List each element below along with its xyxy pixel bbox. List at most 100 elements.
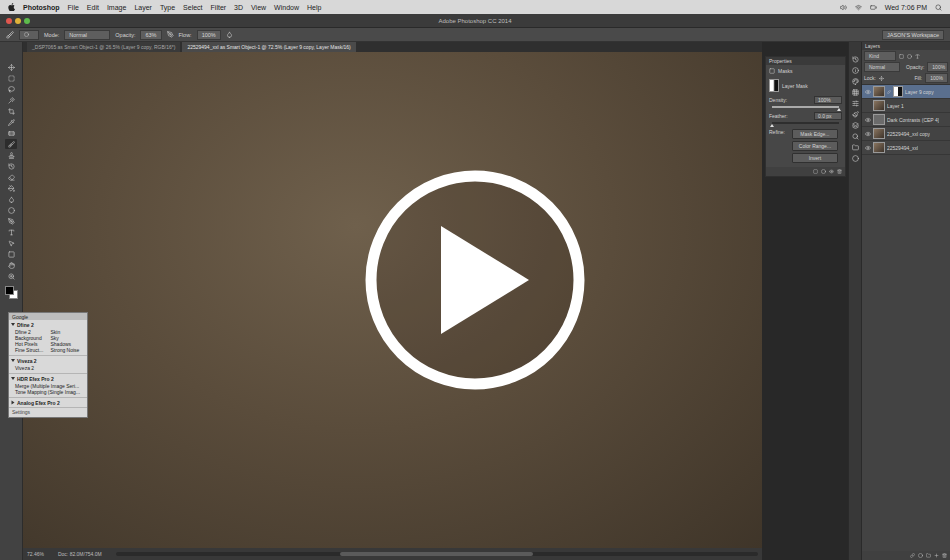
color-swatches[interactable] bbox=[5, 286, 17, 298]
tool-button[interactable] bbox=[5, 73, 17, 83]
fill-field[interactable]: 100% bbox=[925, 73, 948, 83]
dock-icon[interactable] bbox=[852, 78, 859, 85]
density-slider[interactable] bbox=[772, 106, 839, 108]
workspace-select[interactable]: JASON'S Workspace bbox=[882, 30, 944, 40]
link-layers-icon[interactable] bbox=[910, 553, 915, 558]
refine-button[interactable]: Color Range... bbox=[792, 141, 838, 151]
brush-icon[interactable] bbox=[6, 31, 14, 39]
slider-thumb[interactable] bbox=[837, 108, 841, 111]
search-icon[interactable] bbox=[935, 4, 942, 11]
filter-pixel-icon[interactable] bbox=[899, 54, 904, 59]
nik-group-header[interactable]: Viveza 2 bbox=[9, 356, 87, 365]
mask-thumbnail[interactable] bbox=[893, 86, 903, 97]
brush-size-field[interactable] bbox=[19, 30, 39, 40]
delete-icon[interactable] bbox=[837, 169, 842, 174]
filter-adjust-icon[interactable] bbox=[907, 54, 912, 59]
layer-row[interactable]: 22529494_xxl bbox=[862, 141, 950, 155]
tool-button[interactable] bbox=[5, 84, 17, 94]
nik-group-header[interactable]: Analog Efex Pro 2 bbox=[9, 398, 87, 407]
delete-layer-icon[interactable] bbox=[942, 553, 947, 558]
tool-button[interactable] bbox=[5, 238, 17, 248]
dock-icon[interactable] bbox=[852, 89, 859, 96]
tool-button[interactable] bbox=[5, 271, 17, 281]
dock-icon[interactable] bbox=[852, 122, 859, 129]
nik-preset[interactable]: Viveza 2 bbox=[15, 365, 84, 371]
scroll-thumb[interactable] bbox=[340, 552, 533, 556]
menu-item[interactable]: Image bbox=[107, 4, 126, 11]
lock-icon[interactable] bbox=[879, 76, 884, 81]
visibility-toggle[interactable] bbox=[864, 102, 871, 109]
visibility-toggle[interactable] bbox=[864, 130, 871, 137]
battery-icon[interactable] bbox=[870, 4, 877, 11]
tool-button[interactable] bbox=[5, 172, 17, 182]
visibility-toggle[interactable] bbox=[864, 88, 871, 95]
flow-field[interactable]: 100% bbox=[197, 30, 221, 40]
opacity-field[interactable]: 63% bbox=[140, 30, 161, 40]
nik-preset[interactable]: Shadows bbox=[51, 341, 85, 347]
blend-mode-select[interactable]: Normal bbox=[864, 62, 900, 72]
feather-slider[interactable] bbox=[772, 122, 839, 124]
menu-item[interactable]: Edit bbox=[87, 4, 99, 11]
menu-item[interactable]: File bbox=[68, 4, 79, 11]
zoom-level[interactable]: 72.46% bbox=[27, 551, 44, 557]
menu-item[interactable]: Window bbox=[274, 4, 299, 11]
refine-button[interactable]: Mask Edge... bbox=[792, 129, 838, 139]
nik-preset[interactable]: Sky bbox=[51, 335, 85, 341]
visibility-toggle[interactable] bbox=[864, 116, 871, 123]
menu-item[interactable]: View bbox=[251, 4, 266, 11]
slider-thumb[interactable] bbox=[770, 124, 774, 127]
group-icon[interactable] bbox=[926, 553, 931, 558]
menu-item[interactable]: Filter bbox=[211, 4, 227, 11]
nik-preset[interactable]: Skin bbox=[51, 329, 85, 335]
tool-button[interactable] bbox=[5, 249, 17, 259]
tool-button[interactable] bbox=[5, 227, 17, 237]
foreground-swatch[interactable] bbox=[5, 286, 14, 295]
doc-size[interactable]: Doc: 82.0M/754.0M bbox=[58, 551, 102, 557]
tool-button[interactable] bbox=[5, 260, 17, 270]
layer-opacity-field[interactable]: 100% bbox=[927, 62, 948, 72]
visibility-toggle[interactable] bbox=[864, 144, 871, 151]
feather-field[interactable]: 0.0 px bbox=[814, 112, 842, 120]
dock-icon[interactable] bbox=[852, 111, 859, 118]
menu-item[interactable]: Help bbox=[307, 4, 321, 11]
airbrush-icon[interactable] bbox=[226, 31, 233, 38]
nik-settings[interactable]: Settings bbox=[9, 408, 87, 417]
tool-button[interactable] bbox=[5, 139, 17, 149]
nik-preset[interactable]: Tone Mapping (Single Imag... bbox=[15, 389, 84, 395]
tool-button[interactable] bbox=[5, 183, 17, 193]
filter-select[interactable]: Kind bbox=[864, 51, 896, 61]
nik-preset[interactable]: Strong Noise bbox=[51, 347, 85, 353]
apple-logo-icon[interactable] bbox=[8, 3, 15, 11]
document-tab[interactable]: 22529494_xxl as Smart Object-1 @ 72.5% (… bbox=[182, 42, 355, 52]
tool-button[interactable] bbox=[5, 216, 17, 226]
dock-icon[interactable] bbox=[852, 67, 859, 74]
menu-item[interactable]: Photoshop bbox=[23, 4, 60, 11]
nik-group-header[interactable]: Dfine 2 bbox=[9, 320, 87, 329]
adjustment-icon[interactable] bbox=[918, 553, 923, 558]
tool-button[interactable] bbox=[5, 150, 17, 160]
minimize-button[interactable] bbox=[15, 18, 21, 24]
nik-preset[interactable]: Hot Pixels bbox=[15, 341, 49, 347]
tool-button[interactable] bbox=[5, 128, 17, 138]
play-button-icon[interactable] bbox=[359, 164, 591, 396]
menu-item[interactable]: Select bbox=[183, 4, 202, 11]
nik-preset[interactable]: Fine Struct... bbox=[15, 347, 49, 353]
layer-row[interactable]: Layer 1 bbox=[862, 99, 950, 113]
tool-button[interactable] bbox=[5, 161, 17, 171]
tool-button[interactable] bbox=[5, 95, 17, 105]
pressure-icon[interactable] bbox=[167, 31, 174, 38]
volume-icon[interactable] bbox=[840, 4, 847, 11]
wifi-icon[interactable] bbox=[855, 4, 862, 11]
selection-icon[interactable] bbox=[813, 169, 818, 174]
dock-icon[interactable] bbox=[852, 144, 859, 151]
density-field[interactable]: 100% bbox=[814, 96, 842, 104]
layer-row[interactable]: Layer 9 copy bbox=[862, 85, 950, 99]
nik-preset[interactable]: Dfine 2 bbox=[15, 329, 49, 335]
filter-type-icon[interactable] bbox=[915, 54, 920, 59]
dock-icon[interactable] bbox=[852, 133, 859, 140]
tool-button[interactable] bbox=[5, 117, 17, 127]
menu-item[interactable]: 3D bbox=[234, 4, 243, 11]
close-button[interactable] bbox=[6, 18, 12, 24]
layer-row[interactable]: 22529494_xxl copy bbox=[862, 127, 950, 141]
zoom-button[interactable] bbox=[24, 18, 30, 24]
